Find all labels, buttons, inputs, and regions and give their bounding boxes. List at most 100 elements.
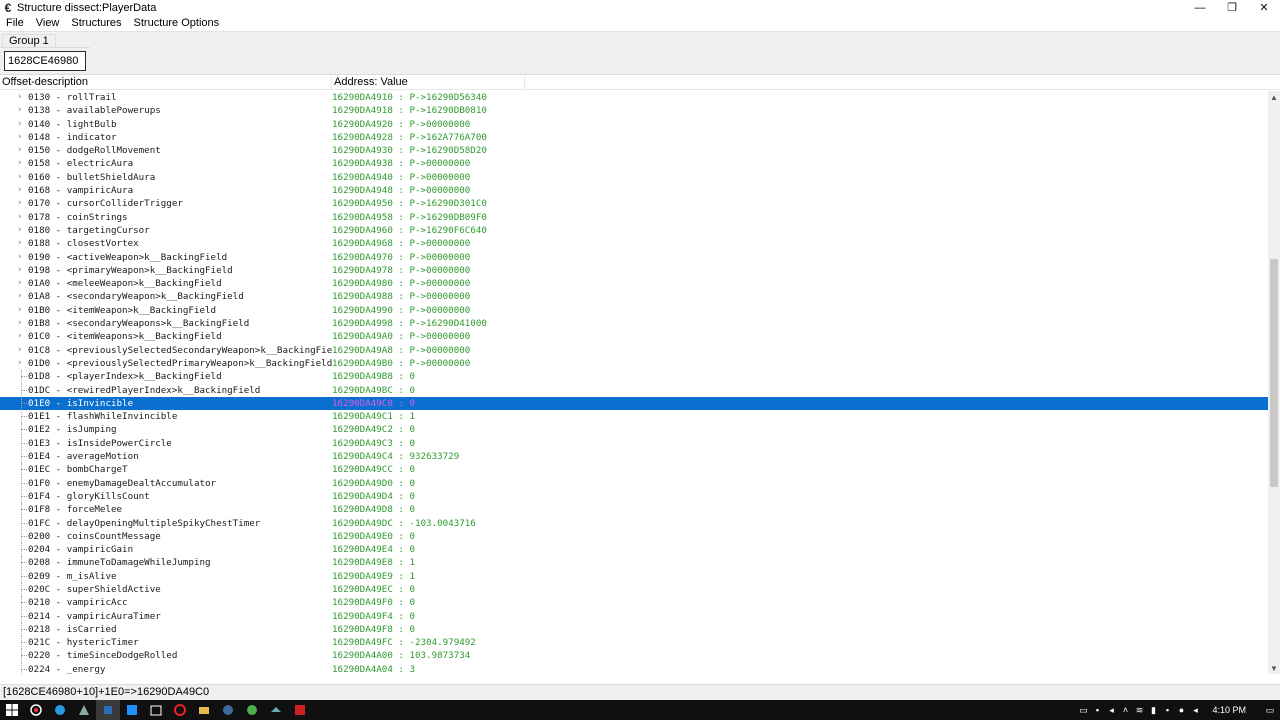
tree-row[interactable]: 0210 - vampiricAcc 16290DA49F0 : 0 xyxy=(0,596,1268,610)
battery-icon[interactable]: ▮ xyxy=(1146,705,1160,716)
tree-row[interactable]: 01E0 - isInvincible 16290DA49C0 : 0 xyxy=(0,396,1268,411)
tree-row[interactable]: 0204 - vampiricGain 16290DA49E4 : 0 xyxy=(0,543,1268,557)
network-icon[interactable]: ▭ xyxy=(1076,705,1090,716)
expand-chevron-icon[interactable]: › xyxy=(18,171,26,184)
close-button[interactable]: ✕ xyxy=(1248,0,1280,15)
tree-row[interactable]: › 0140 - lightBulb 16290DA4920 : P->000000… xyxy=(0,118,1268,131)
tree-row[interactable]: 01E2 - isJumping 16290DA49C2 : 0 xyxy=(0,423,1268,437)
tree-row[interactable]: 01E1 - flashWhileInvincible 16290DA49C1 :… xyxy=(0,410,1268,424)
tree-row[interactable]: 0224 - _energy 16290DA4A04 : 3 xyxy=(0,662,1268,674)
expand-chevron-icon[interactable]: › xyxy=(18,357,26,370)
tree-row[interactable]: 01DC - <rewiredPlayerIndex>k__BackingFie… xyxy=(0,383,1268,397)
tree-row[interactable]: › 0150 - dodgeRollMovement 16290DA4930 : P… xyxy=(0,144,1268,157)
tree-row[interactable]: 021C - hystericTimer 16290DA49FC : -2304.… xyxy=(0,636,1268,650)
expand-chevron-icon[interactable]: › xyxy=(18,184,26,197)
tree-row[interactable]: › 0160 - bulletShieldAura 16290DA4940 : P-… xyxy=(0,171,1268,184)
calendar-icon[interactable] xyxy=(144,700,168,720)
tree-row[interactable]: › 0180 - targetingCursor 16290DA4960 : P->… xyxy=(0,224,1268,237)
expand-chevron-icon[interactable]: › xyxy=(18,304,26,317)
windows-start-icon[interactable] xyxy=(0,700,24,720)
scroll-down-icon[interactable]: ▼ xyxy=(1268,662,1280,674)
tree-row[interactable]: 0214 - vampiricAuraTimer 16290DA49F4 : 0 xyxy=(0,609,1268,623)
scroll-up-icon[interactable]: ▲ xyxy=(1268,91,1280,103)
column-offset-description[interactable]: Offset-description xyxy=(0,76,332,90)
tree-row[interactable]: › 01C8 - <previouslySelectedSecondaryWeap… xyxy=(0,344,1268,357)
tree-row[interactable]: › 01C0 - <itemWeapons>k__BackingField 1629… xyxy=(0,330,1268,343)
tree-row[interactable]: › 0190 - <activeWeapon>k__BackingField 162… xyxy=(0,251,1268,264)
shield-icon[interactable]: ▪ xyxy=(1090,705,1104,715)
group-tab[interactable]: Group 1 xyxy=(2,34,56,48)
app-tree-icon[interactable] xyxy=(72,700,96,720)
tree-row[interactable]: › 0148 - indicator 16290DA4928 : P->162A77… xyxy=(0,131,1268,144)
tree-row[interactable]: 01E3 - isInsidePowerCircle 16290DA49C3 : … xyxy=(0,436,1268,451)
tree-row[interactable]: 0218 - isCarried 16290DA49F8 : 0 xyxy=(0,622,1268,637)
expand-chevron-icon[interactable]: › xyxy=(18,118,26,131)
tree-row[interactable]: 0209 - m_isAlive 16290DA49E9 : 1 xyxy=(0,569,1268,583)
tree-row[interactable]: › 0138 - availablePowerups 16290DA4918 : P… xyxy=(0,104,1268,117)
app-blue-icon[interactable] xyxy=(120,700,144,720)
cheat-engine-taskbar-icon[interactable] xyxy=(96,700,120,720)
wifi-icon[interactable]: ≋ xyxy=(1132,705,1146,716)
menu-file[interactable]: File xyxy=(0,17,30,29)
scroll-thumb[interactable] xyxy=(1270,259,1278,487)
tree-row[interactable]: › 0178 - coinStrings 16290DA4958 : P->1629… xyxy=(0,211,1268,224)
chevron-up-icon[interactable]: ˄ xyxy=(1118,705,1132,715)
menu-structure-options[interactable]: Structure Options xyxy=(128,17,226,29)
tree-row[interactable]: › 0158 - electricAura 16290DA4938 : P->000… xyxy=(0,157,1268,170)
steam-icon[interactable] xyxy=(216,700,240,720)
notification-icon[interactable]: ▭ xyxy=(1260,705,1280,716)
expand-chevron-icon[interactable]: › xyxy=(18,144,26,157)
nvidia-icon[interactable]: ▪ xyxy=(1160,705,1174,715)
menu-structures[interactable]: Structures xyxy=(65,17,127,29)
tree-row[interactable]: 01F4 - gloryKillsCount 16290DA49D4 : 0 xyxy=(0,489,1268,504)
expand-chevron-icon[interactable]: › xyxy=(18,344,26,357)
taskbar-clock[interactable]: 4:10 PM xyxy=(1202,705,1260,715)
tree-row[interactable]: 01F0 - enemyDamageDealtAccumulator 16290D… xyxy=(0,476,1268,490)
address-input[interactable] xyxy=(4,51,86,71)
expand-chevron-icon[interactable]: › xyxy=(18,277,26,290)
tree-row[interactable]: › 0198 - <primaryWeapon>k__BackingField 16… xyxy=(0,264,1268,277)
tree-row[interactable]: › 01B8 - <secondaryWeapons>k__BackingFiel… xyxy=(0,317,1268,330)
expand-chevron-icon[interactable]: › xyxy=(18,131,26,144)
menu-view[interactable]: View xyxy=(30,17,66,29)
tree-row[interactable]: › 01B0 - <itemWeapon>k__BackingField 16290… xyxy=(0,304,1268,317)
tree-row[interactable]: 01EC - bombChargeT 16290DA49CC : 0 xyxy=(0,463,1268,477)
folder-icon[interactable] xyxy=(192,700,216,720)
expand-chevron-icon[interactable]: › xyxy=(18,157,26,170)
tree-row[interactable]: 01E4 - averageMotion 16290DA49C4 : 932633… xyxy=(0,450,1268,464)
tree-row[interactable]: 0200 - coinsCountMessage 16290DA49E0 : 0 xyxy=(0,529,1268,544)
opera-icon[interactable] xyxy=(168,700,192,720)
tree-row[interactable]: › 0130 - rollTrail 16290DA4910 : P->16290D… xyxy=(0,91,1268,104)
tree-row[interactable]: › 01D0 - <previouslySelectedPrimaryWeapon… xyxy=(0,357,1268,370)
expand-chevron-icon[interactable]: › xyxy=(18,330,26,343)
expand-chevron-icon[interactable]: › xyxy=(18,290,26,303)
column-address-value[interactable]: Address: Value xyxy=(332,76,525,90)
sync-icon[interactable]: ● xyxy=(1174,705,1188,715)
tree-row[interactable]: 01D8 - <playerIndex>k__BackingField 16290… xyxy=(0,370,1268,384)
tree-row[interactable]: 01FC - delayOpeningMultipleSpikyChestTim… xyxy=(0,516,1268,530)
minimize-button[interactable]: — xyxy=(1184,0,1216,15)
expand-chevron-icon[interactable]: › xyxy=(18,104,26,117)
tree-row[interactable]: › 01A8 - <secondaryWeapon>k__BackingField… xyxy=(0,290,1268,303)
expand-chevron-icon[interactable]: › xyxy=(18,251,26,264)
browser-icon[interactable] xyxy=(48,700,72,720)
tree-row[interactable]: 01F8 - forceMelee 16290DA49D8 : 0 xyxy=(0,503,1268,517)
tree-row[interactable]: › 01A0 - <meleeWeapon>k__BackingField 1629… xyxy=(0,277,1268,290)
tree-row[interactable]: 0220 - timeSinceDodgeRolled 16290DA4A00 :… xyxy=(0,649,1268,663)
expand-chevron-icon[interactable]: › xyxy=(18,224,26,237)
tree-row[interactable]: 0208 - immuneToDamageWhileJumping 16290DA… xyxy=(0,556,1268,570)
expand-chevron-icon[interactable]: › xyxy=(18,237,26,250)
expand-chevron-icon[interactable]: › xyxy=(18,197,26,210)
app-hat-icon[interactable] xyxy=(264,700,288,720)
tree-row[interactable]: 020C - superShieldActive 16290DA49EC : 0 xyxy=(0,582,1268,597)
app-green-icon[interactable] xyxy=(240,700,264,720)
restore-button[interactable]: ❐ xyxy=(1216,0,1248,15)
game-icon[interactable] xyxy=(288,700,312,720)
structure-tree[interactable]: › 0130 - rollTrail 16290DA4910 : P->16290D… xyxy=(0,91,1268,674)
expand-chevron-icon[interactable]: › xyxy=(18,91,26,104)
tree-row[interactable]: › 0188 - closestVortex 16290DA4968 : P->00… xyxy=(0,237,1268,250)
speaker-icon[interactable]: ◂ xyxy=(1104,705,1118,716)
expand-chevron-icon[interactable]: › xyxy=(18,211,26,224)
tree-row[interactable]: › 0170 - cursorColliderTrigger 16290DA4950… xyxy=(0,197,1268,210)
expand-chevron-icon[interactable]: › xyxy=(18,264,26,277)
